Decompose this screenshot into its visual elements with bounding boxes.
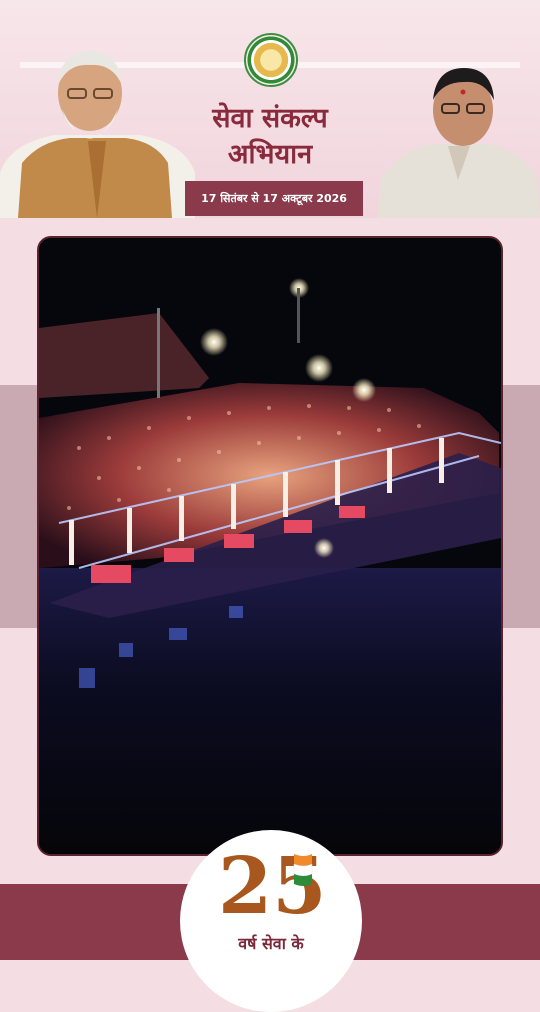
chhattisgarh-state-emblem-icon — [244, 33, 298, 87]
event-photo — [37, 236, 503, 856]
header: सेवा संकल्प अभियान 17 सितंबर से 17 अक्टू… — [0, 0, 540, 218]
portrait-right — [378, 68, 540, 218]
night-aarti-scene — [39, 238, 501, 854]
campaign-poster: सेवा संकल्प अभियान 17 सितंबर से 17 अक्टू… — [0, 0, 540, 1012]
portrait-left — [0, 51, 195, 218]
campaign-title-line1: सेवा संकल्प — [212, 103, 328, 134]
tricolor-flag-icon — [293, 854, 313, 886]
anniversary-caption: वर्ष सेवा के — [238, 934, 304, 953]
date-range-banner: 17 सितंबर से 17 अक्टूबर 2026 — [185, 181, 363, 216]
campaign-title-line2: अभियान — [227, 139, 313, 170]
